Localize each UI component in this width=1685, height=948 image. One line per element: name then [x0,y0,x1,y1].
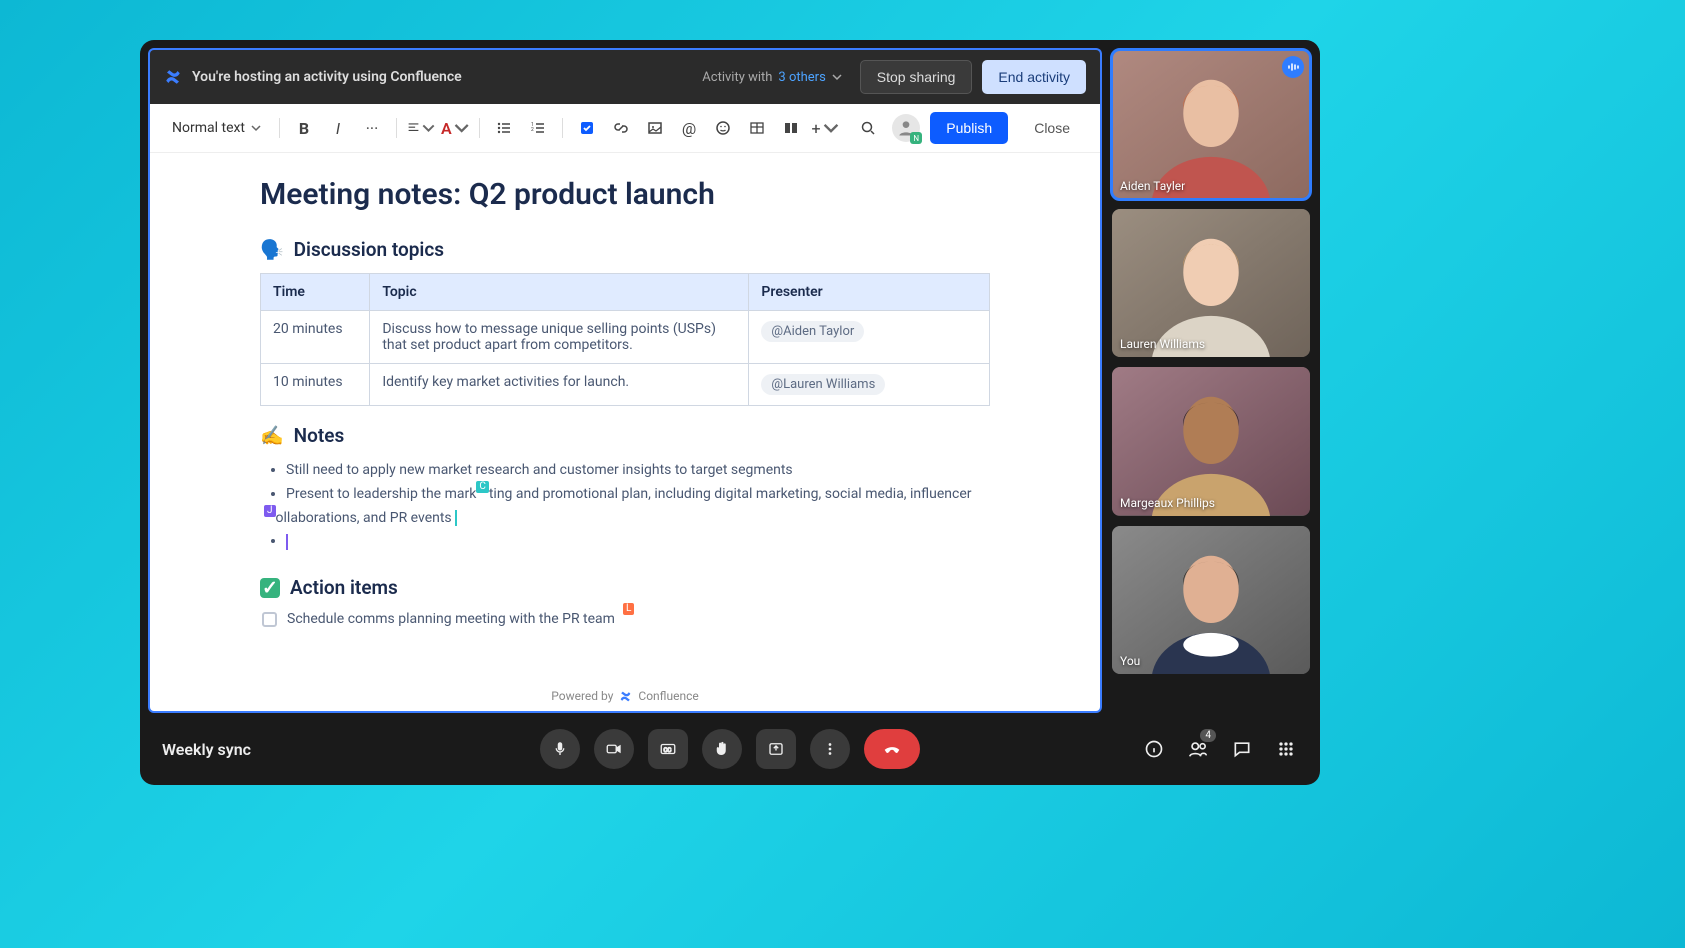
publish-button[interactable]: Publish [930,112,1008,144]
text-style-select[interactable]: Normal text [164,116,269,140]
participant-name: Margeaux Phillips [1120,496,1215,510]
main-area: You're hosting an activity using Conflue… [140,40,1110,713]
activities-button[interactable] [1274,737,1298,761]
video-participants-column: Aiden Tayler Lauren Williams Margeaux Ph… [1110,40,1320,713]
stop-sharing-button[interactable]: Stop sharing [860,60,973,94]
mention-chip[interactable]: @Aiden Taylor [761,321,864,342]
document-body[interactable]: Meeting notes: Q2 product launch 🗣️ Disc… [150,153,1100,683]
video-tile[interactable]: Aiden Tayler [1112,50,1310,199]
participant-count-badge: 4 [1200,729,1216,742]
close-button[interactable]: Close [1018,112,1086,144]
emoji-icon[interactable] [709,114,737,142]
people-button[interactable]: 4 [1186,737,1210,761]
collab-cursor-l: L [623,603,634,615]
user-avatar[interactable] [892,114,920,142]
chevron-down-icon [832,72,842,82]
align-icon[interactable] [407,114,435,142]
insert-more-icon[interactable]: + [811,114,839,142]
mic-button[interactable] [540,729,580,769]
writing-hand-icon: ✍️ [260,424,284,447]
image-icon[interactable] [641,114,669,142]
svg-text:2: 2 [531,127,534,133]
text-color-icon[interactable]: A [441,114,469,142]
col-topic: Topic [370,274,749,311]
action-items-heading: ✓ Action items [260,576,990,599]
editor-toolbar: Normal text B I ··· A 12 [150,104,1100,153]
camera-button[interactable] [594,729,634,769]
info-button[interactable] [1142,737,1166,761]
mention-icon[interactable]: @ [675,114,703,142]
page-title: Meeting notes: Q2 product launch [260,177,990,212]
activity-participants[interactable]: Activity with 3 others [702,70,842,85]
more-formatting-icon[interactable]: ··· [358,114,386,142]
powered-by: Powered by Confluence [150,683,1100,711]
participant-name: You [1120,654,1140,668]
layout-icon[interactable] [777,114,805,142]
collab-cursor-c: C [476,481,489,493]
check-icon: ✓ [260,578,280,598]
activity-bar: You're hosting an activity using Conflue… [148,48,1102,104]
table-icon[interactable] [743,114,771,142]
right-controls: 4 [1142,737,1298,761]
video-tile[interactable]: You [1112,526,1310,675]
raise-hand-button[interactable] [702,729,742,769]
discussion-table: Time Topic Presenter 20 minutes Discuss … [260,273,990,406]
confluence-icon [164,68,182,86]
end-activity-button[interactable]: End activity [982,60,1086,94]
notes-heading: ✍️ Notes [260,424,990,447]
numbered-list-icon[interactable]: 12 [524,114,552,142]
text-caret [455,510,457,526]
chat-button[interactable] [1230,737,1254,761]
meeting-title: Weekly sync [162,740,251,759]
speaking-head-icon: 🗣️ [260,238,284,261]
table-row: 10 minutes Identify key market activitie… [261,364,990,406]
hosting-text: You're hosting an activity using Conflue… [192,69,462,85]
video-tile[interactable]: Margeaux Phillips [1112,367,1310,516]
chevron-down-icon [251,123,261,133]
participant-name: Lauren Williams [1120,337,1205,351]
confluence-icon [619,690,632,703]
list-item [286,530,990,554]
bullet-list-icon[interactable] [490,114,518,142]
meeting-bottom-bar: Weekly sync CC 4 [140,713,1320,785]
list-item: Still need to apply new market research … [286,459,990,483]
editor-frame: Normal text B I ··· A 12 [148,104,1102,713]
task-icon[interactable] [573,114,601,142]
center-controls: CC [540,729,920,769]
svg-text:CC: CC [664,747,672,754]
present-button[interactable] [756,729,796,769]
bold-icon[interactable]: B [290,114,318,142]
col-presenter: Presenter [749,274,990,311]
participant-name: Aiden Tayler [1120,179,1185,193]
app-window: You're hosting an activity using Conflue… [140,40,1320,785]
italic-icon[interactable]: I [324,114,352,142]
mention-chip[interactable]: @Lauren Williams [761,374,885,395]
video-tile[interactable]: Lauren Williams [1112,209,1310,358]
link-icon[interactable] [607,114,635,142]
table-row: 20 minutes Discuss how to message unique… [261,311,990,364]
text-caret [286,534,288,550]
checkbox[interactable] [262,612,277,627]
list-item: Present to leadership the markCting and … [286,483,990,531]
search-icon[interactable] [854,114,882,142]
collab-cursor-j: J [264,505,276,517]
notes-list: Still need to apply new market research … [260,459,990,554]
action-item-row: Schedule comms planning meeting with the… [262,611,990,627]
captions-button[interactable]: CC [648,729,688,769]
discussion-heading: 🗣️ Discussion topics [260,238,990,261]
app-top: You're hosting an activity using Conflue… [140,40,1320,713]
more-options-button[interactable] [810,729,850,769]
speaking-indicator-icon [1282,56,1304,78]
col-time: Time [261,274,370,311]
end-call-button[interactable] [864,729,920,769]
